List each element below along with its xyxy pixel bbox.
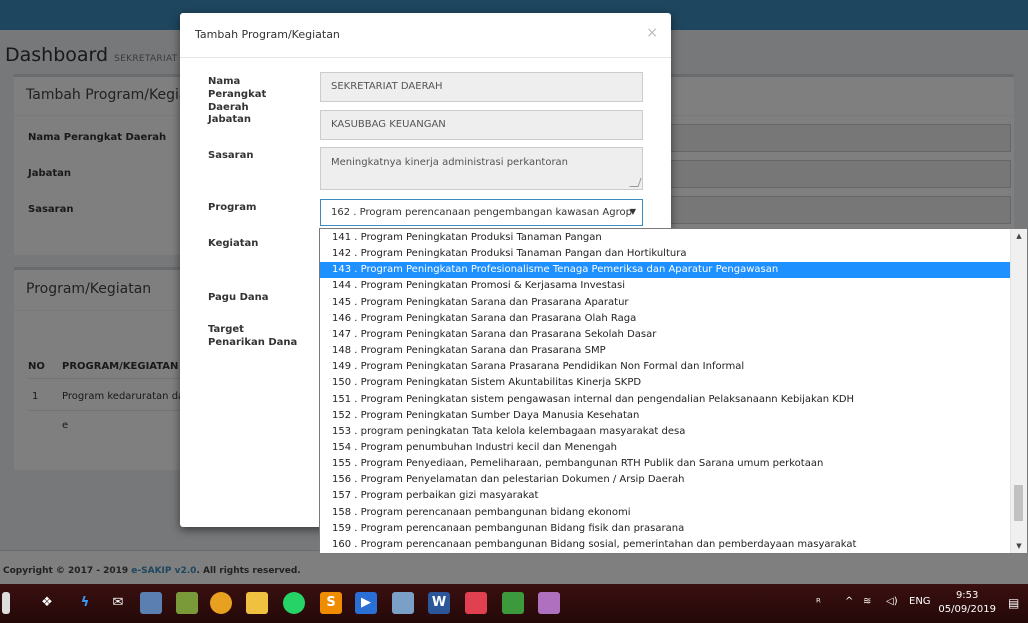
- program-select[interactable]: 162 . Program perencanaan pengembangan k…: [320, 199, 643, 226]
- input-jabatan[interactable]: KASUBBAG KEUANGAN: [320, 110, 643, 140]
- dropdown-option[interactable]: 143 . Program Peningkatan Profesionalism…: [320, 262, 1012, 279]
- chevron-up-icon[interactable]: ^: [845, 596, 853, 607]
- dropdown-option[interactable]: 145 . Program Peningkatan Sarana dan Pra…: [320, 295, 1012, 311]
- dropdown-scrollbar[interactable]: ▲ ▼: [1010, 229, 1027, 553]
- dropdown-option[interactable]: 151 . Program Peningkatan sistem pengawa…: [320, 392, 1012, 408]
- people-icon[interactable]: ᴿ: [816, 596, 821, 609]
- dropdown-option[interactable]: 156 . Program Penyelamatan dan pelestari…: [320, 472, 1012, 488]
- dropdown-option[interactable]: 147 . Program Peningkatan Sarana dan Pra…: [320, 327, 1012, 343]
- dropdown-option[interactable]: 152 . Program Peningkatan Sumber Daya Ma…: [320, 408, 1012, 424]
- dropdown-option[interactable]: 141 . Program Peningkatan Produksi Tanam…: [320, 230, 1012, 246]
- dropdown-option[interactable]: 158 . Program perencanaan pembangunan bi…: [320, 505, 1012, 521]
- dropdown-option[interactable]: 160 . Program perencanaan pembangunan Bi…: [320, 537, 1012, 553]
- mail-icon[interactable]: ✉: [107, 592, 129, 614]
- label-pagu-dana: Pagu Dana: [208, 292, 269, 303]
- modal-title: Tambah Program/Kegiatan: [195, 28, 340, 41]
- dropdown-option[interactable]: 157 . Program perbaikan gizi masyarakat: [320, 488, 1012, 504]
- app3-icon[interactable]: [538, 592, 560, 614]
- close-icon[interactable]: ×: [646, 25, 658, 41]
- folder-icon[interactable]: [246, 592, 268, 614]
- whatsapp-icon[interactable]: [283, 592, 305, 614]
- dropdown-option[interactable]: 153 . program peningkatan Tata kelola ke…: [320, 424, 1012, 440]
- dropdown-option[interactable]: 155 . Program Penyediaan, Pemeliharaan, …: [320, 456, 1012, 472]
- label-program: Program: [208, 202, 257, 213]
- app2-icon[interactable]: [465, 592, 487, 614]
- dropdown-option[interactable]: 144 . Program Peningkatan Promosi & Kerj…: [320, 278, 1012, 294]
- dropbox-icon[interactable]: ❖: [36, 592, 58, 614]
- scroll-down-icon[interactable]: ▼: [1011, 539, 1027, 553]
- sasaran-text: Meningkatnya kinerja administrasi perkan…: [331, 157, 569, 168]
- windows-taskbar: ❖ ϟ ✉ S ▶ W ᴿ ^ ≋ ◁) ENG 9:53 05/09/2019…: [0, 584, 1028, 623]
- dropdown-option[interactable]: 142 . Program Peningkatan Produksi Tanam…: [320, 246, 1012, 262]
- network-app-icon[interactable]: [392, 592, 414, 614]
- dropdown-option[interactable]: 148 . Program Peningkatan Sarana dan Pra…: [320, 343, 1012, 359]
- program-select-value: 162 . Program perencanaan pengembangan k…: [331, 207, 632, 218]
- program-dropdown-list[interactable]: 141 . Program Peningkatan Produksi Tanam…: [319, 228, 1028, 554]
- notification-icon[interactable]: ▤: [1008, 596, 1019, 610]
- bolt-icon[interactable]: ϟ: [74, 592, 96, 614]
- clock-date: 05/09/2019: [938, 604, 996, 615]
- word-icon[interactable]: W: [428, 592, 450, 614]
- input-nama-perangkat[interactable]: SEKRETARIAT DAERAH: [320, 72, 643, 102]
- modal-header: Tambah Program/Kegiatan ×: [180, 13, 671, 58]
- label-kegiatan: Kegiatan: [208, 238, 259, 249]
- chrome-icon[interactable]: [210, 592, 232, 614]
- app-icon[interactable]: [140, 592, 162, 614]
- sublime-icon[interactable]: S: [320, 592, 342, 614]
- language-indicator[interactable]: ENG: [909, 596, 931, 607]
- dropdown-option[interactable]: 154 . Program penumbuhan Industri kecil …: [320, 440, 1012, 456]
- dropdown-option[interactable]: 149 . Program Peningkatan Sarana Prasara…: [320, 359, 1012, 375]
- wifi-icon[interactable]: ≋: [863, 596, 871, 607]
- volume-icon[interactable]: ◁): [886, 596, 898, 607]
- textarea-sasaran[interactable]: Meningkatnya kinerja administrasi perkan…: [320, 147, 643, 190]
- dropdown-option[interactable]: 159 . Program perencanaan pembangunan Bi…: [320, 521, 1012, 537]
- chevron-down-icon: ▼: [629, 207, 636, 216]
- start-edge-icon[interactable]: [2, 592, 10, 614]
- clock[interactable]: 9:53 05/09/2019: [938, 589, 996, 617]
- label-nama-perangkat: Nama Perangkat Daerah: [208, 76, 267, 113]
- label-target-penarikan: Target Penarikan Dana: [208, 324, 298, 348]
- scroll-thumb[interactable]: [1014, 485, 1023, 521]
- dropdown-option[interactable]: 150 . Program Peningkatan Sistem Akuntab…: [320, 375, 1012, 391]
- excel-icon[interactable]: [502, 592, 524, 614]
- clock-time: 9:53: [955, 590, 979, 601]
- label-sasaran: Sasaran: [208, 150, 254, 161]
- scroll-up-icon[interactable]: ▲: [1011, 229, 1027, 243]
- label-jabatan: Jabatan: [208, 114, 252, 125]
- resize-grip-icon[interactable]: [629, 178, 642, 187]
- media-icon[interactable]: ▶: [355, 592, 377, 614]
- dropdown-option[interactable]: 146 . Program Peningkatan Sarana dan Pra…: [320, 311, 1012, 327]
- notepad-icon[interactable]: [176, 592, 198, 614]
